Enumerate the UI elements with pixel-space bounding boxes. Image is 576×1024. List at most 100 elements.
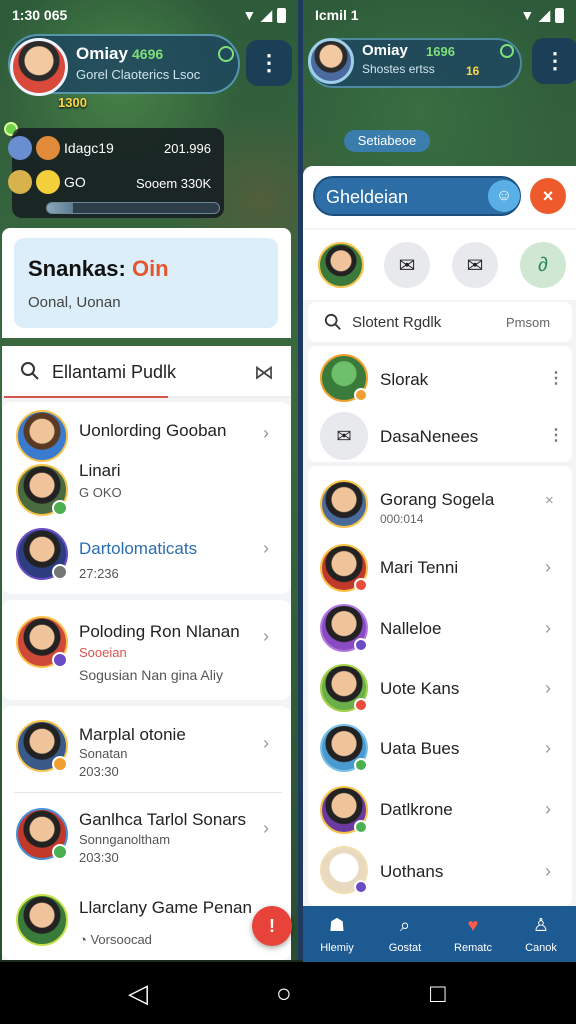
avatar[interactable] xyxy=(16,720,68,772)
avatar[interactable] xyxy=(320,786,368,834)
list-item-name[interactable]: Mari Tenni xyxy=(380,558,458,578)
chevron-right-icon[interactable]: › xyxy=(263,626,269,647)
building-label[interactable]: Setiabeoe xyxy=(344,130,430,152)
tab-label: Hlemiy xyxy=(320,942,354,954)
list-item-name[interactable]: DasaNenees xyxy=(380,427,478,447)
row-divider xyxy=(14,792,282,793)
message-icon[interactable]: ✉ xyxy=(320,412,368,460)
avatar[interactable] xyxy=(16,616,68,668)
avatar[interactable] xyxy=(320,846,368,894)
avatar[interactable] xyxy=(16,894,68,946)
chevron-right-icon[interactable]: › xyxy=(545,861,551,882)
profile-icon: ♙ xyxy=(532,915,550,935)
alert-fab-button[interactable]: ! xyxy=(252,906,292,946)
list-item-name[interactable]: Datlkrone xyxy=(380,800,453,820)
list-item-name[interactable]: Uata Bues xyxy=(380,739,459,759)
avatar[interactable] xyxy=(16,808,68,860)
list-item-meta: 000:014 xyxy=(380,512,424,526)
dismiss-icon[interactable]: × xyxy=(545,492,554,509)
status-bar-right: Icmil 1 ▼ ◢ xyxy=(303,0,576,30)
status-badge xyxy=(354,578,368,592)
close-icon[interactable]: × xyxy=(530,178,566,214)
list-item-name[interactable]: Poloding Ron Nlanan xyxy=(79,622,240,642)
more-menu-button[interactable]: ⋮ xyxy=(246,40,292,86)
list-item-name[interactable]: Gorang Sogela xyxy=(380,490,494,510)
group-avatar[interactable] xyxy=(320,354,368,402)
right-search-input[interactable]: Gheldeian xyxy=(326,187,408,208)
status-badge xyxy=(52,564,68,580)
list-item-name[interactable]: Nalleloe xyxy=(380,619,441,639)
list-item-name[interactable]: Slorak xyxy=(380,370,428,390)
avatar[interactable] xyxy=(320,544,368,592)
close-icon[interactable]: ⋈ xyxy=(254,360,274,385)
gift-alert-icon[interactable]: ✉ xyxy=(452,242,498,288)
right-player-name: Omiay xyxy=(362,42,408,59)
chevron-right-icon[interactable]: › xyxy=(263,818,269,839)
list-item-name[interactable]: Uonlording Gooban xyxy=(79,421,226,441)
avatar[interactable] xyxy=(16,410,68,462)
list-item-meta: Sogusian Nan gina Aliy xyxy=(79,667,223,683)
tab-label: Gostat xyxy=(388,942,422,954)
list-item-meta-text: Vorsoocad xyxy=(90,932,152,947)
quick-avatar[interactable] xyxy=(318,242,364,288)
more-options-icon[interactable]: ⋮ xyxy=(548,368,564,388)
recents-icon[interactable]: □ xyxy=(430,978,446,1009)
list-item-name[interactable]: Marplal otonie xyxy=(79,725,186,745)
home-circle-icon[interactable]: ○ xyxy=(276,978,292,1009)
chat-search-icon[interactable]: ☺ xyxy=(488,180,520,212)
xp-progress-fill xyxy=(47,203,73,213)
home-icon: ☗ xyxy=(328,915,346,935)
resource-value: 201.996 xyxy=(164,141,211,156)
status-icons-right: ▼ ◢ xyxy=(520,7,564,24)
tab-home[interactable]: ☗ Hlemiy xyxy=(303,906,371,962)
tab-profile[interactable]: ♙ Canok xyxy=(507,906,575,962)
list-item-name[interactable]: Linari xyxy=(79,461,121,481)
chevron-right-icon[interactable]: › xyxy=(545,799,551,820)
list-item-name[interactable]: Uote Kans xyxy=(380,679,459,699)
gold-amount: 1300 xyxy=(58,95,87,110)
chevron-right-icon[interactable]: › xyxy=(263,733,269,754)
event-banner[interactable] xyxy=(14,238,278,328)
list-item-name[interactable]: Dartolomaticats xyxy=(79,539,197,559)
list-item-name[interactable]: Uothans xyxy=(380,862,443,882)
chevron-right-icon[interactable]: › xyxy=(263,538,269,559)
left-search-input[interactable]: Ellantami Pudlk xyxy=(52,362,176,383)
chevron-right-icon[interactable]: › xyxy=(545,618,551,639)
coin-icon xyxy=(36,170,60,194)
right-filter-hint: Pmsom xyxy=(506,315,551,330)
tab-search[interactable]: ⌕ Gostat xyxy=(371,906,439,962)
avatar[interactable] xyxy=(320,724,368,772)
list-item-name[interactable]: Ganlhca Tarlol Sonars xyxy=(79,810,246,830)
link-icon[interactable]: ∂ xyxy=(520,242,566,288)
right-gold-amount: 16 xyxy=(466,64,480,78)
avatar[interactable] xyxy=(16,464,68,516)
right-player-level: 1696 xyxy=(426,44,455,59)
status-badge xyxy=(354,638,368,652)
chevron-right-icon[interactable]: › xyxy=(545,557,551,578)
avatar[interactable] xyxy=(320,664,368,712)
more-menu-button[interactable]: ⋮ xyxy=(532,38,576,84)
list-item-name[interactable]: Llarclany Game Penan xyxy=(79,898,252,918)
avatar[interactable] xyxy=(320,480,368,528)
right-player-subtitle: Shostes ertss xyxy=(362,62,435,76)
chevron-right-icon[interactable]: › xyxy=(545,738,551,759)
chevron-right-icon[interactable]: › xyxy=(263,423,269,444)
message-alert-icon[interactable]: ✉ xyxy=(384,242,430,288)
back-icon[interactable]: ◁ xyxy=(128,978,148,1009)
chevron-right-icon[interactable]: › xyxy=(545,678,551,699)
player-subtitle: Gorel Claoterics Lsoc xyxy=(76,67,201,82)
right-filter-input[interactable]: Slotent Rgdlk xyxy=(352,314,441,331)
search-icon[interactable] xyxy=(20,361,40,381)
player-avatar[interactable] xyxy=(10,38,68,96)
list-item-meta: 203:30 xyxy=(79,764,119,779)
more-options-icon[interactable]: ⋮ xyxy=(548,425,564,445)
search-icon[interactable] xyxy=(324,313,342,331)
resource-row-2: GO xyxy=(8,170,86,194)
avatar[interactable] xyxy=(320,604,368,652)
avatar[interactable] xyxy=(16,528,68,580)
tab-favorites[interactable]: ♥ Rematc xyxy=(439,906,507,962)
search-underline xyxy=(4,396,168,398)
right-player-avatar[interactable] xyxy=(308,38,354,84)
signal-icon: ◢ xyxy=(261,6,272,23)
fab-label: ! xyxy=(269,915,275,936)
